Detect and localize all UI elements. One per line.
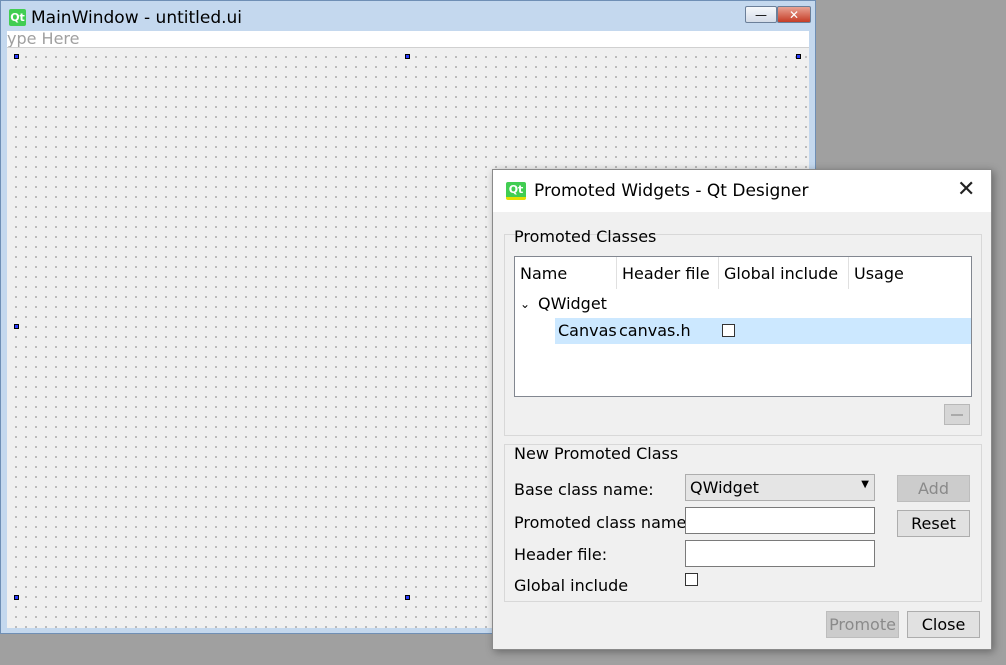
minimize-button[interactable]: —: [745, 6, 777, 23]
main-window-close-button[interactable]: ✕: [777, 6, 811, 23]
promoted-class-label: Promoted class name:: [514, 513, 692, 532]
column-header-name[interactable]: Name: [515, 257, 617, 289]
global-include-checkbox[interactable]: [685, 573, 698, 586]
resize-handle-bottom[interactable]: [405, 595, 410, 600]
remove-class-button[interactable]: [944, 404, 970, 425]
menu-bar[interactable]: ype Here: [7, 31, 809, 47]
base-class-label: Base class name:: [514, 480, 654, 499]
row-name: Canvas: [558, 321, 617, 340]
close-button[interactable]: Close: [907, 611, 980, 638]
global-include-label: Global include: [514, 576, 629, 595]
qt-designer-logo-icon: Qt: [506, 182, 526, 200]
dialog-close-icon[interactable]: ✕: [957, 178, 975, 202]
tree-item-qwidget[interactable]: ⌄ QWidget: [515, 292, 971, 316]
promoted-class-input[interactable]: [685, 507, 875, 534]
menu-type-here-placeholder[interactable]: ype Here: [7, 31, 80, 47]
close-icon: ✕: [788, 7, 800, 22]
promote-button[interactable]: Promote: [826, 611, 899, 638]
row-header-file: canvas.h: [619, 321, 691, 340]
dialog-title: Promoted Widgets - Qt Designer: [534, 181, 809, 201]
resize-handle-top[interactable]: [405, 54, 410, 59]
row-global-include-checkbox[interactable]: [722, 324, 735, 337]
new-promoted-class-title: New Promoted Class: [514, 444, 679, 463]
dialog-titlebar[interactable]: Qt Promoted Widgets - Qt Designer ✕: [493, 170, 991, 212]
promoted-classes-title: Promoted Classes: [514, 227, 657, 246]
header-file-label: Header file:: [514, 545, 608, 564]
column-header-usage[interactable]: Usage: [849, 257, 971, 289]
main-window-titlebar[interactable]: Qt MainWindow - untitled.ui — ✕: [1, 1, 815, 31]
chevron-down-icon[interactable]: ⌄: [520, 292, 530, 316]
resize-handle-top-right[interactable]: [796, 54, 801, 59]
reset-button[interactable]: Reset: [897, 510, 970, 537]
header-file-input[interactable]: [685, 540, 875, 567]
tree-row-canvas[interactable]: Canvas canvas.h: [555, 318, 971, 344]
promoted-widgets-dialog: Qt Promoted Widgets - Qt Designer ✕ Prom…: [492, 169, 992, 650]
promoted-classes-tree[interactable]: Name Header file Global include Usage ⌄ …: [514, 256, 972, 397]
column-header-global-include[interactable]: Global include: [719, 257, 849, 289]
main-window-title: MainWindow - untitled.ui: [31, 8, 243, 28]
minimize-icon: —: [755, 7, 767, 22]
column-header-header-file[interactable]: Header file: [617, 257, 719, 289]
resize-handle-left[interactable]: [14, 324, 19, 329]
add-button[interactable]: Add: [897, 475, 970, 502]
qt-logo-icon: Qt: [9, 9, 26, 26]
resize-handle-top-left[interactable]: [14, 54, 19, 59]
base-class-value: QWidget: [690, 478, 759, 497]
base-class-select[interactable]: QWidget ▼: [685, 474, 875, 501]
dropdown-arrow-icon: ▼: [861, 479, 869, 490]
resize-handle-bottom-left[interactable]: [14, 595, 19, 600]
tree-item-label: QWidget: [538, 294, 607, 313]
